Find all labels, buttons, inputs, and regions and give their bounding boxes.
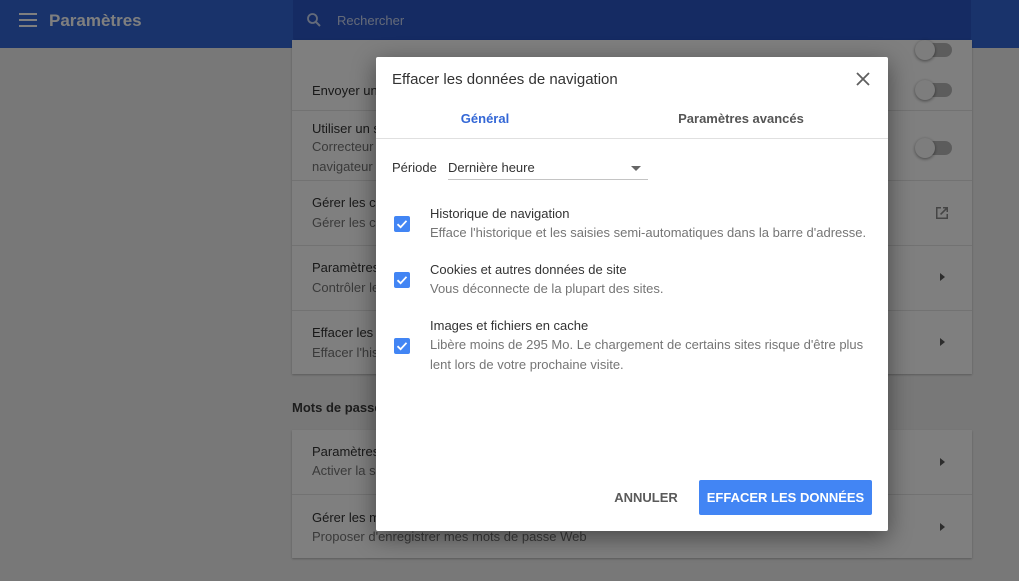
check-icon bbox=[396, 220, 408, 229]
cookies-title: Cookies et autres données de site bbox=[430, 262, 627, 277]
close-icon[interactable] bbox=[855, 71, 871, 87]
tab-advanced[interactable]: Paramètres avancés bbox=[614, 111, 868, 126]
history-title: Historique de navigation bbox=[430, 206, 570, 221]
cookies-checkbox[interactable] bbox=[394, 272, 410, 288]
period-select[interactable]: Dernière heure bbox=[448, 157, 648, 180]
cache-checkbox[interactable] bbox=[394, 338, 410, 354]
period-label: Période bbox=[392, 160, 437, 175]
tab-general[interactable]: Général bbox=[376, 111, 594, 126]
dialog-title: Effacer les données de navigation bbox=[392, 71, 618, 88]
check-icon bbox=[396, 276, 408, 285]
cache-title: Images et fichiers en cache bbox=[430, 318, 589, 333]
clear-data-button[interactable]: EFFACER LES DONNÉES bbox=[699, 480, 872, 515]
cancel-button[interactable]: ANNULER bbox=[604, 481, 688, 515]
history-checkbox[interactable] bbox=[394, 216, 410, 232]
clear-browsing-data-dialog: Effacer les données de navigation Généra… bbox=[376, 57, 888, 531]
history-description: Efface l'historique et les saisies semi-… bbox=[430, 225, 867, 240]
tab-divider bbox=[376, 138, 888, 139]
dropdown-arrow-icon bbox=[631, 166, 641, 171]
cookies-description: Vous déconnecte de la plupart des sites. bbox=[430, 281, 664, 296]
check-icon bbox=[396, 342, 408, 351]
period-value: Dernière heure bbox=[448, 160, 535, 175]
cache-description: Libère moins de 295 Mo. Le chargement de… bbox=[430, 337, 864, 372]
